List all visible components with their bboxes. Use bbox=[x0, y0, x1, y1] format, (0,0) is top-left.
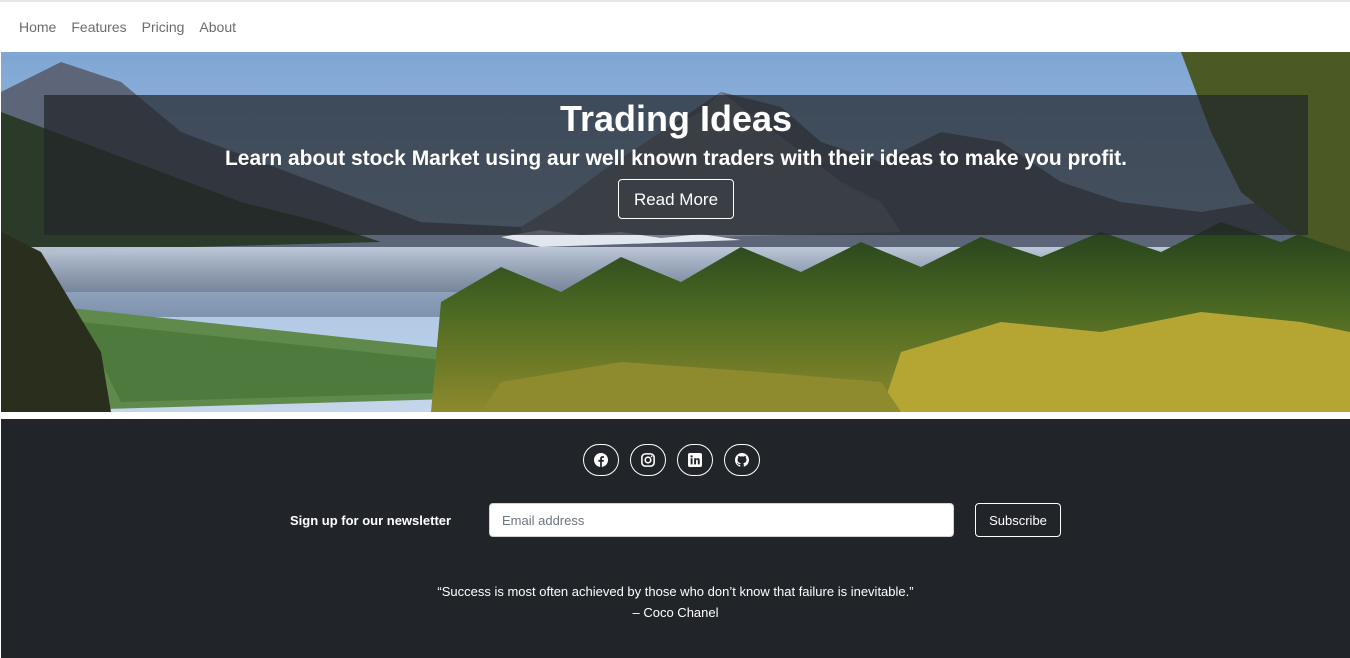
nav-link-about[interactable]: About bbox=[199, 19, 236, 35]
navbar: Home Features Pricing About bbox=[0, 2, 1350, 52]
linkedin-button[interactable] bbox=[677, 444, 713, 476]
email-input[interactable] bbox=[489, 503, 954, 537]
newsletter-label: Sign up for our newsletter bbox=[290, 513, 452, 528]
facebook-icon bbox=[594, 453, 608, 467]
linkedin-icon bbox=[688, 453, 702, 467]
facebook-button[interactable] bbox=[583, 444, 619, 476]
hero-section: Trading Ideas Learn about stock Market u… bbox=[1, 52, 1350, 412]
instagram-button[interactable] bbox=[630, 444, 666, 476]
quote-block: “Success is most often achieved by those… bbox=[1, 581, 1350, 623]
hero-overlay: Trading Ideas Learn about stock Market u… bbox=[44, 95, 1308, 235]
hero-title: Trading Ideas bbox=[559, 98, 793, 139]
social-links bbox=[583, 444, 771, 476]
github-button[interactable] bbox=[724, 444, 760, 476]
section-divider bbox=[0, 412, 1350, 419]
nav-link-home[interactable]: Home bbox=[19, 19, 56, 35]
quote-author: – Coco Chanel bbox=[632, 605, 719, 620]
nav-link-pricing[interactable]: Pricing bbox=[142, 19, 185, 35]
read-more-button[interactable]: Read More bbox=[617, 179, 735, 219]
instagram-icon bbox=[641, 453, 655, 467]
hero-subtitle: Learn about stock Market using aur well … bbox=[224, 147, 1127, 170]
footer: Sign up for our newsletter Subscribe “Su… bbox=[1, 419, 1350, 658]
nav-link-features[interactable]: Features bbox=[71, 19, 126, 35]
quote-text: “Success is most often achieved by those… bbox=[437, 584, 914, 599]
github-icon bbox=[735, 453, 749, 467]
subscribe-button[interactable]: Subscribe bbox=[975, 503, 1061, 537]
